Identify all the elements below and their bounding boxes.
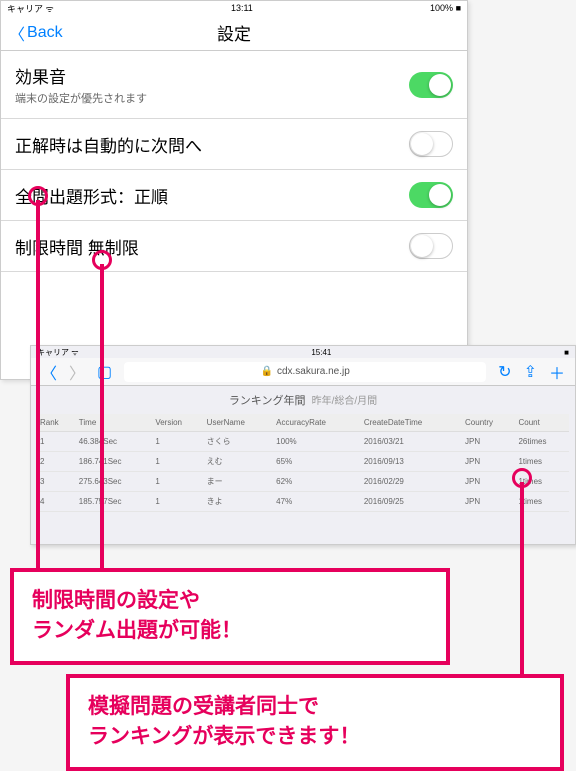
status-time: 13:11 <box>231 3 253 13</box>
browser-statusbar: キャリア ᯤ 15:41 ■ <box>31 346 575 358</box>
table-header: AccuracyRate <box>273 414 361 432</box>
table-row: 2186.741Sec1えむ65%2016/09/13JPN1times <box>37 452 569 472</box>
row-order[interactable]: 全問出題形式：正順 <box>1 170 467 221</box>
table-row: 3275.643Sec1まー62%2016/02/29JPN1times <box>37 472 569 492</box>
table-row: 146.384Sec1さくら100%2016/03/21JPN26times <box>37 432 569 452</box>
ranking-header: ランキング年間 昨年/総合/月間 <box>31 386 575 414</box>
page-title: 設定 <box>217 20 251 45</box>
table-header: CreateDateTime <box>361 414 462 432</box>
annotation-callout-2: 模擬問題の受講者同士で ランキングが表示できます！ <box>66 674 564 771</box>
back-button[interactable]: 〈 Back <box>1 21 63 45</box>
browser-toolbar: 〈 〉 ▢ 🔒 cdx.sakura.ne.jp ↻ ⇪ ＋ <box>31 358 575 386</box>
row-label: 正解時は自動的に次問へ <box>15 132 202 157</box>
status-carrier: キャリア ᯤ <box>37 347 79 358</box>
share-icon[interactable]: ⇪ <box>524 362 537 382</box>
table-header: Country <box>462 414 515 432</box>
annotation-pointer <box>520 482 524 678</box>
statusbar: キャリア ᯤ 13:11 100% ■ <box>1 1 467 15</box>
annotation-pointer <box>36 200 40 570</box>
nav-back-icon[interactable]: 〈 <box>41 360 57 384</box>
toggle-order[interactable] <box>409 182 453 208</box>
add-tab-icon[interactable]: ＋ <box>549 360 565 384</box>
table-row: 4185.757Sec1きよ47%2016/09/25JPN1times <box>37 492 569 512</box>
address-bar[interactable]: 🔒 cdx.sakura.ne.jp <box>124 362 486 382</box>
annotation-callout-1: 制限時間の設定や ランダム出題が可能！ <box>10 568 450 665</box>
annotation-pointer <box>100 264 104 574</box>
table-header: UserName <box>204 414 274 432</box>
row-time-limit[interactable]: 制限時間 無制限 <box>1 221 467 272</box>
table-header: Version <box>152 414 203 432</box>
ranking-table: RankTimeVersionUserNameAccuracyRateCreat… <box>37 414 569 512</box>
status-battery-icon: ■ <box>564 348 569 357</box>
status-battery: 100% ■ <box>430 3 461 13</box>
row-sound[interactable]: 効果音 端末の設定が優先されます <box>1 51 467 119</box>
back-label: Back <box>27 24 63 42</box>
browser-screen: キャリア ᯤ 15:41 ■ 〈 〉 ▢ 🔒 cdx.sakura.ne.jp … <box>30 345 576 545</box>
toggle-auto-next[interactable] <box>409 131 453 157</box>
toggle-time-limit[interactable] <box>409 233 453 259</box>
row-label: 制限時間 無制限 <box>15 234 139 259</box>
settings-screen: キャリア ᯤ 13:11 100% ■ 〈 Back 設定 効果音 端末の設定が… <box>0 0 468 380</box>
row-auto-next[interactable]: 正解時は自動的に次問へ <box>1 119 467 170</box>
url-text: cdx.sakura.ne.jp <box>277 366 350 377</box>
table-header: Rank <box>37 414 76 432</box>
row-sublabel: 端末の設定が優先されます <box>15 90 147 106</box>
toggle-sound[interactable] <box>409 72 453 98</box>
refresh-icon[interactable]: ↻ <box>498 362 511 382</box>
table-header: Time <box>76 414 153 432</box>
nav-forward-icon: 〉 <box>69 360 85 384</box>
table-header: Count <box>515 414 569 432</box>
status-time: 15:41 <box>311 348 331 357</box>
status-carrier: キャリア ᯤ <box>7 2 54 15</box>
chevron-left-icon: 〈 <box>9 21 25 45</box>
row-label: 効果音 <box>15 63 147 88</box>
lock-icon: 🔒 <box>261 366 273 377</box>
navbar: 〈 Back 設定 <box>1 15 467 51</box>
